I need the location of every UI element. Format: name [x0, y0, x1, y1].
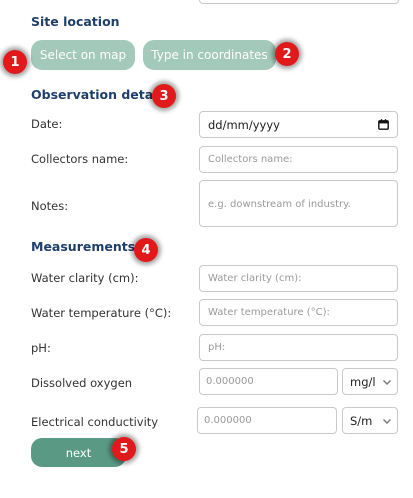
electrical-conductivity-unit: S/m	[350, 413, 373, 428]
date-value: dd/mm/yyyy	[208, 117, 280, 132]
water-temperature-input[interactable]: Water temperature (°C):	[199, 299, 398, 326]
chevron-down-icon	[383, 380, 391, 385]
notes-label: Notes:	[31, 199, 69, 213]
site-location-heading: Site location	[31, 14, 120, 29]
dissolved-oxygen-input[interactable]: 0.000000	[199, 368, 338, 395]
type-in-coordinates-button[interactable]: Type in coordinates	[143, 40, 276, 70]
water-clarity-input[interactable]: Water clarity (cm):	[199, 265, 398, 292]
dissolved-oxygen-unit-select[interactable]: mg/l	[342, 368, 398, 395]
measurements-heading: Measurements	[31, 239, 136, 254]
water-clarity-label: Water clarity (cm):	[31, 271, 139, 285]
electrical-conductivity-unit-select[interactable]: S/m	[342, 407, 398, 434]
calendar-icon[interactable]	[378, 119, 389, 130]
electrical-conductivity-label: Electrical conductivity	[31, 415, 159, 429]
annotation-badge-3: 3	[152, 84, 176, 108]
electrical-conductivity-input[interactable]: 0.000000	[197, 407, 337, 434]
dissolved-oxygen-label: Dissolved oxygen	[31, 376, 133, 390]
annotation-badge-2: 2	[275, 42, 299, 66]
chevron-down-icon	[383, 419, 391, 424]
collectors-name-input[interactable]: Collectors name:	[199, 146, 398, 173]
date-label: Date:	[31, 117, 63, 131]
date-input[interactable]: dd/mm/yyyy	[199, 111, 398, 138]
previous-input-remnant[interactable]	[199, 0, 399, 4]
annotation-badge-1: 1	[3, 50, 27, 74]
ph-label: pH:	[31, 341, 51, 355]
collectors-name-label: Collectors name:	[31, 152, 129, 166]
annotation-badge-5: 5	[112, 437, 136, 461]
ph-input[interactable]: pH:	[199, 334, 398, 361]
select-on-map-button[interactable]: Select on map	[31, 40, 135, 70]
observation-details-heading: Observation details	[31, 87, 170, 102]
annotation-badge-4: 4	[134, 238, 158, 262]
notes-textarea[interactable]: e.g. downstream of industry.	[199, 180, 398, 227]
water-temperature-label: Water temperature (°C):	[31, 306, 172, 320]
dissolved-oxygen-unit: mg/l	[350, 374, 376, 389]
